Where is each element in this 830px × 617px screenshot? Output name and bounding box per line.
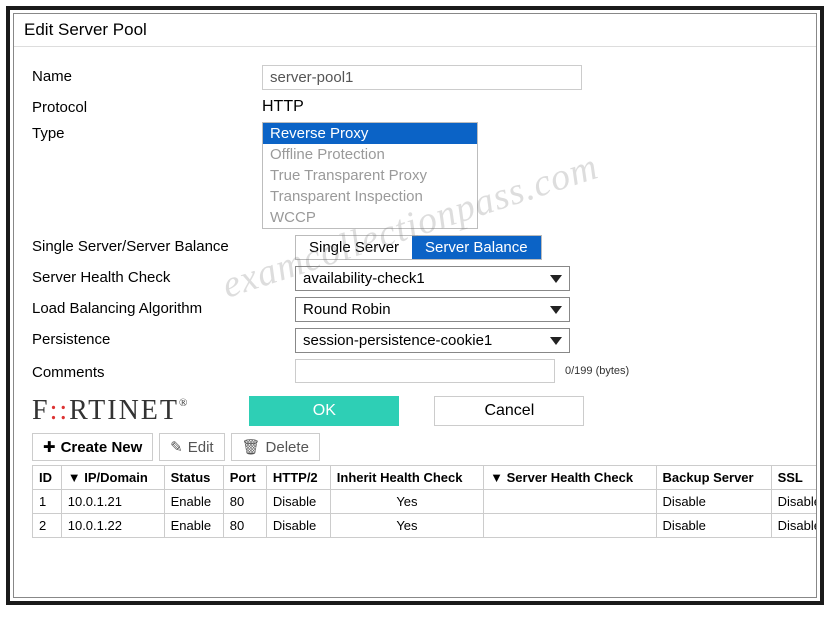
- name-input[interactable]: [262, 65, 582, 90]
- comments-label: Comments: [32, 361, 295, 381]
- balance-toggle[interactable]: Single Server Server Balance: [295, 235, 542, 260]
- chevron-down-icon: [550, 306, 562, 314]
- col-backup[interactable]: Backup Server: [656, 466, 771, 490]
- ok-button[interactable]: OK: [249, 396, 399, 426]
- type-option-true-transparent-proxy[interactable]: True Transparent Proxy: [263, 165, 477, 186]
- edit-icon: ✎: [170, 438, 183, 456]
- col-inherit[interactable]: Inherit Health Check: [330, 466, 483, 490]
- health-value: availability-check1: [303, 270, 425, 287]
- col-http2[interactable]: HTTP/2: [266, 466, 330, 490]
- algo-select[interactable]: Round Robin: [295, 297, 570, 322]
- col-ssl[interactable]: SSL: [771, 466, 817, 490]
- table-row[interactable]: 1 10.0.1.21 Enable 80 Disable Yes Disabl…: [33, 490, 818, 514]
- filter-icon[interactable]: ▼: [490, 470, 503, 485]
- col-port[interactable]: Port: [223, 466, 266, 490]
- filter-icon[interactable]: ▼: [68, 470, 81, 485]
- health-select[interactable]: availability-check1: [295, 266, 570, 291]
- balance-label: Single Server/Server Balance: [32, 235, 295, 255]
- table-row[interactable]: 2 10.0.1.22 Enable 80 Disable Yes Disabl…: [33, 514, 818, 538]
- toggle-single-server[interactable]: Single Server: [296, 236, 412, 259]
- comments-input[interactable]: [295, 359, 555, 383]
- chevron-down-icon: [550, 337, 562, 345]
- fortinet-logo: F::RTINET®: [32, 395, 189, 427]
- health-label: Server Health Check: [32, 266, 295, 286]
- type-option-offline-protection[interactable]: Offline Protection: [263, 144, 477, 165]
- persist-select[interactable]: session-persistence-cookie1: [295, 328, 570, 353]
- persist-label: Persistence: [32, 328, 295, 348]
- col-status[interactable]: Status: [164, 466, 223, 490]
- type-option-wccp[interactable]: WCCP: [263, 207, 477, 228]
- server-table: ID ▼ IP/Domain Status Port HTTP/2 Inheri…: [32, 465, 817, 538]
- create-new-button[interactable]: ✚ Create New: [32, 433, 153, 461]
- plus-icon: ✚: [43, 438, 56, 456]
- protocol-value: HTTP: [262, 96, 798, 116]
- type-label: Type: [32, 122, 262, 142]
- persist-value: session-persistence-cookie1: [303, 332, 492, 349]
- algo-value: Round Robin: [303, 301, 391, 318]
- trash-icon: 🗑: [242, 438, 261, 456]
- col-id[interactable]: ID: [33, 466, 62, 490]
- name-label: Name: [32, 65, 262, 85]
- toggle-server-balance[interactable]: Server Balance: [412, 236, 541, 259]
- col-shc[interactable]: ▼ Server Health Check: [484, 466, 656, 490]
- chevron-down-icon: [550, 275, 562, 283]
- type-listbox[interactable]: Reverse Proxy Offline Protection True Tr…: [262, 122, 478, 229]
- algo-label: Load Balancing Algorithm: [32, 297, 295, 317]
- window-title: Edit Server Pool: [14, 14, 816, 47]
- cancel-button[interactable]: Cancel: [434, 396, 584, 426]
- protocol-label: Protocol: [32, 96, 262, 116]
- delete-button[interactable]: 🗑 Delete: [231, 433, 320, 461]
- col-ip[interactable]: ▼ IP/Domain: [61, 466, 164, 490]
- comments-byte-count: 0/199 (bytes): [565, 365, 629, 377]
- edit-button[interactable]: ✎ Edit: [159, 433, 224, 461]
- type-option-reverse-proxy[interactable]: Reverse Proxy: [263, 123, 477, 144]
- table-header-row: ID ▼ IP/Domain Status Port HTTP/2 Inheri…: [33, 466, 818, 490]
- type-option-transparent-inspection[interactable]: Transparent Inspection: [263, 186, 477, 207]
